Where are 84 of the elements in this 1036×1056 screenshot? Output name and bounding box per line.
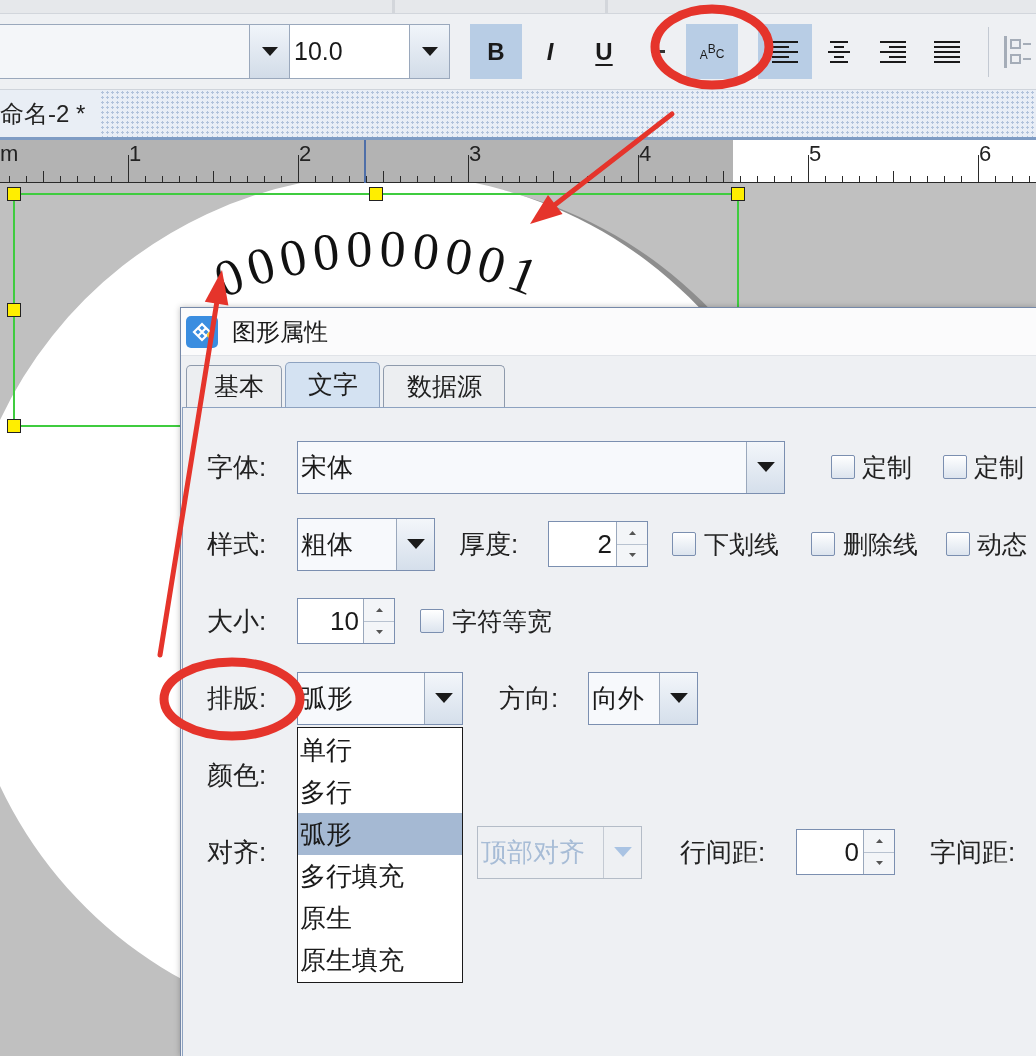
checkbox-label[interactable]: 定制 [862, 454, 912, 480]
size-spinner[interactable]: 10 [297, 598, 395, 644]
field-label: 厚度: [459, 531, 520, 557]
align-right-icon [880, 40, 906, 63]
field-label: 颜色: [207, 762, 268, 788]
spin-down-button[interactable] [864, 852, 894, 874]
caret-down-icon [421, 47, 438, 56]
checkbox[interactable] [420, 609, 444, 633]
spin-up-button[interactable] [617, 522, 647, 545]
caret-down-icon [628, 553, 636, 558]
caret-down-icon [669, 693, 688, 703]
ruler-unit: m [0, 143, 19, 165]
field-label: 样式: [207, 531, 268, 557]
dialog-tab[interactable]: 基本 [186, 365, 282, 407]
caret-up-icon [375, 607, 383, 612]
ruler-label: 3 [469, 143, 482, 165]
dialog-title: 图形属性 [232, 316, 328, 347]
ruler-label: 4 [639, 143, 652, 165]
underline-button[interactable]: U [578, 24, 630, 79]
caret-down-icon [375, 630, 383, 635]
checkbox-label[interactable]: 字符等宽 [452, 608, 552, 634]
checkbox[interactable] [946, 532, 970, 556]
caret-down-icon [613, 847, 632, 857]
resize-handle[interactable] [369, 187, 383, 201]
document-tab[interactable]: 命名-2 * [0, 90, 100, 137]
checkbox-label[interactable]: 下划线 [704, 531, 779, 557]
resize-handle[interactable] [7, 187, 21, 201]
caret-down-icon [756, 462, 775, 472]
resize-handle[interactable] [731, 187, 745, 201]
direction-combo[interactable]: 向外 [588, 671, 698, 725]
layout-icon [1003, 34, 1031, 69]
dialog-tab[interactable]: 数据源 [383, 365, 505, 407]
spin-down-button[interactable] [617, 544, 647, 566]
dialog-tab[interactable]: 文字 [285, 362, 380, 407]
checkbox[interactable] [831, 455, 855, 479]
checkbox[interactable] [811, 532, 835, 556]
ruler-marker [364, 140, 366, 183]
spin-up-button[interactable] [364, 599, 394, 622]
ruler-label: 6 [979, 143, 992, 165]
caret-down-icon [406, 539, 425, 549]
dropdown-button[interactable] [396, 518, 434, 570]
resize-handle[interactable] [7, 419, 21, 433]
align-left-icon [772, 40, 798, 63]
arc-text[interactable]: 0000000001 [206, 219, 552, 309]
bold-button[interactable]: B [470, 24, 522, 79]
italic-button[interactable]: I [524, 24, 576, 79]
font-name-field[interactable] [0, 24, 250, 79]
field-label: 字体: [207, 454, 268, 480]
field-label: 方向: [499, 685, 560, 711]
resize-handle[interactable] [7, 303, 21, 317]
field-label: 大小: [207, 608, 268, 634]
font-size-field[interactable]: 10.0 [290, 24, 410, 79]
checkbox[interactable] [943, 455, 967, 479]
field-label: 字间距: [930, 839, 1016, 865]
checkbox[interactable] [672, 532, 696, 556]
field-label: 对齐: [207, 839, 268, 865]
field-label: 行间距: [680, 839, 767, 865]
line-spacing-spinner[interactable]: 0 [796, 829, 895, 875]
ruler-label: 1 [129, 143, 142, 165]
caret-down-icon [875, 861, 883, 866]
spin-up-button[interactable] [864, 830, 894, 853]
ruler-label: 5 [809, 143, 822, 165]
dropdown-button[interactable] [424, 672, 462, 724]
dropdown-option[interactable]: 弧形 [298, 813, 462, 855]
dropdown-button[interactable] [250, 24, 290, 79]
checkbox-label[interactable]: 删除线 [843, 531, 918, 557]
spin-down-button[interactable] [364, 621, 394, 643]
thickness-spinner[interactable]: 2 [548, 521, 648, 567]
dropdown-button[interactable] [746, 441, 784, 493]
font-combo[interactable]: 宋体 [297, 440, 785, 494]
field-label: 排版: [207, 685, 268, 711]
caret-down-icon [434, 693, 453, 703]
ruler-label: 2 [299, 143, 312, 165]
caret-down-icon [261, 47, 278, 56]
checkbox-label[interactable]: 动态 [977, 531, 1027, 557]
arc-text-button[interactable]: ABC [686, 24, 738, 79]
caret-up-icon [875, 838, 883, 843]
checkbox-label[interactable]: 定制 [974, 454, 1024, 480]
align-center-icon [826, 40, 852, 63]
caret-up-icon [628, 530, 636, 535]
dropdown-button[interactable] [659, 672, 697, 724]
dropdown-button[interactable] [410, 24, 450, 79]
justify-icon [934, 40, 960, 63]
style-combo[interactable]: 粗体 [297, 517, 435, 571]
